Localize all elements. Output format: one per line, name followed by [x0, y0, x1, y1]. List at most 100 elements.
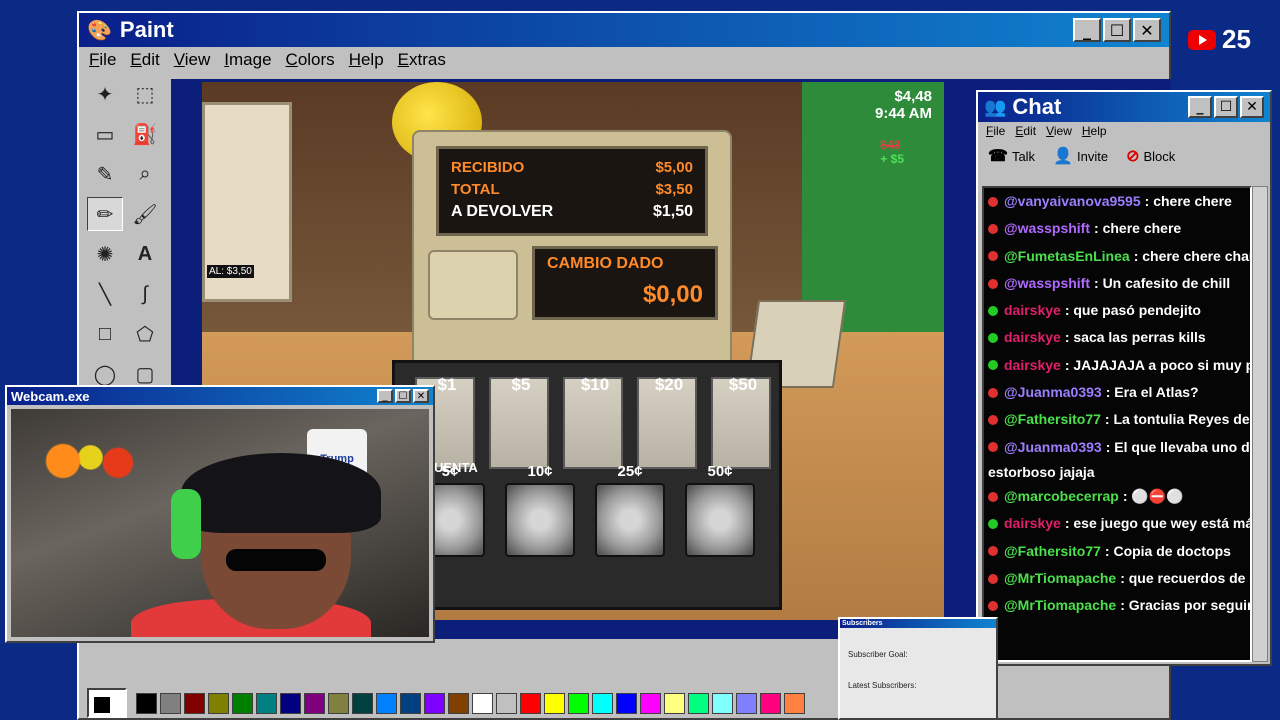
palette-swatch[interactable] [328, 692, 349, 714]
webcam-close-button[interactable]: ✕ [413, 389, 429, 403]
palette-swatch[interactable] [376, 692, 397, 714]
chat-username[interactable]: @wasspshift [1004, 270, 1090, 297]
minimize-button[interactable]: _ [1073, 18, 1101, 42]
total-label: TOTAL [451, 181, 500, 198]
palette-swatch[interactable] [736, 692, 757, 714]
palette-swatch[interactable] [712, 692, 733, 714]
line-icon[interactable]: ╲ [87, 277, 123, 311]
chat-messages[interactable]: @vanyaivanova9595: chere chere @wasspshif… [982, 186, 1252, 662]
youtube-count: 25 [1222, 24, 1251, 54]
palette-swatch[interactable] [352, 692, 373, 714]
coin-bin-25[interactable] [595, 483, 665, 557]
chat-maximize-button[interactable]: ☐ [1214, 96, 1238, 118]
chat-username[interactable]: dairskye [1004, 324, 1061, 351]
chat-username[interactable]: @Juanma0393 [1004, 434, 1102, 461]
coin-bin-50[interactable] [685, 483, 755, 557]
magnifier-icon[interactable]: ⌕ [127, 157, 163, 191]
chat-username[interactable]: @MrTiomapache [1004, 565, 1116, 592]
chat-menu-edit[interactable]: Edit [1015, 124, 1036, 138]
polygon-icon[interactable]: ⬠ [127, 317, 163, 351]
text-icon[interactable]: A [127, 237, 163, 271]
menu-image[interactable]: Image [224, 50, 271, 70]
chat-username[interactable]: @marcobecerrap [1004, 483, 1119, 510]
palette-swatch[interactable] [760, 692, 781, 714]
eraser-icon[interactable]: ▭ [87, 117, 123, 151]
chat-username[interactable]: @MrTiomapache [1004, 592, 1116, 619]
chat-username[interactable]: @Juanma0393 [1004, 379, 1102, 406]
bill-slot-10[interactable]: $10 [563, 375, 623, 469]
palette-swatch[interactable] [304, 692, 325, 714]
palette-swatch[interactable] [184, 692, 205, 714]
palette-swatch[interactable] [520, 692, 541, 714]
menu-extras[interactable]: Extras [398, 50, 446, 70]
chat-username[interactable]: @FumetasEnLinea [1004, 243, 1130, 270]
palette-swatch[interactable] [640, 692, 661, 714]
chat-username[interactable]: @Fathersito77 [1004, 406, 1101, 433]
current-color[interactable] [87, 688, 127, 718]
bill-slot-50[interactable]: $50 [711, 375, 771, 469]
palette-swatch[interactable] [496, 692, 517, 714]
pencil-icon[interactable]: ✏ [87, 197, 123, 231]
bill-slot-5[interactable]: $5 [489, 375, 549, 469]
subs-titlebar[interactable]: Subscribers [840, 619, 996, 628]
sunglasses [226, 549, 326, 571]
bill-slot-20[interactable]: $20 [637, 375, 697, 469]
chat-scrollbar[interactable] [1252, 186, 1268, 662]
chat-username[interactable]: @Fathersito77 [1004, 538, 1101, 565]
palette-swatch[interactable] [448, 692, 469, 714]
free-select-icon[interactable]: ✦ [87, 77, 123, 111]
palette-swatch[interactable] [544, 692, 565, 714]
curve-icon[interactable]: ∫ [127, 277, 163, 311]
chat-minimize-button[interactable]: _ [1188, 96, 1212, 118]
palette-swatch[interactable] [136, 692, 157, 714]
palette-swatch[interactable] [256, 692, 277, 714]
palette-swatch[interactable] [472, 692, 493, 714]
palette-swatch[interactable] [160, 692, 181, 714]
menu-colors[interactable]: Colors [286, 50, 335, 70]
invite-button[interactable]: 👤 Invite [1053, 146, 1108, 166]
chat-menu-file[interactable]: File [986, 124, 1005, 138]
chat-username[interactable]: dairskye [1004, 510, 1061, 537]
palette-swatch[interactable] [616, 692, 637, 714]
palette-swatch[interactable] [688, 692, 709, 714]
palette-swatch[interactable] [280, 692, 301, 714]
palette-swatch[interactable] [784, 692, 805, 714]
palette-swatch[interactable] [592, 692, 613, 714]
chat-message: @Juanma0393: Era el Atlas? [984, 379, 1250, 406]
palette-swatch[interactable] [664, 692, 685, 714]
youtube-icon [1188, 29, 1216, 50]
coin-bin-10[interactable] [505, 483, 575, 557]
rect-select-icon[interactable]: ⬚ [127, 77, 163, 111]
palette-swatch[interactable] [424, 692, 445, 714]
webcam-maximize-button[interactable]: ☐ [395, 389, 411, 403]
block-button[interactable]: ⊘ Block [1126, 146, 1175, 166]
talk-button[interactable]: ☎ Talk [988, 146, 1035, 166]
menu-view[interactable]: View [174, 50, 211, 70]
color-picker-icon[interactable]: ✎ [87, 157, 123, 191]
maximize-button[interactable]: ☐ [1103, 18, 1131, 42]
chat-titlebar[interactable]: 👥 Chat _ ☐ ✕ [978, 92, 1270, 122]
menu-file[interactable]: File [89, 50, 116, 70]
chat-username[interactable]: dairskye [1004, 352, 1061, 379]
webcam-minimize-button[interactable]: _ [377, 389, 393, 403]
brush-icon[interactable]: 🖌 [127, 197, 163, 231]
close-button[interactable]: ✕ [1133, 18, 1161, 42]
chat-menu-help[interactable]: Help [1082, 124, 1107, 138]
chat-username[interactable]: @vanyaivanova9595 [1004, 188, 1141, 215]
receipt-printer[interactable] [428, 250, 518, 320]
palette-swatch[interactable] [208, 692, 229, 714]
chat-username[interactable]: @wasspshift [1004, 215, 1090, 242]
chat-username[interactable]: dairskye [1004, 297, 1061, 324]
webcam-titlebar[interactable]: Webcam.exe _ ☐ ✕ [7, 387, 433, 405]
airbrush-icon[interactable]: ✺ [87, 237, 123, 271]
palette-swatch[interactable] [568, 692, 589, 714]
chat-menu-view[interactable]: View [1046, 124, 1072, 138]
palette-swatch[interactable] [400, 692, 421, 714]
paint-titlebar[interactable]: 🎨 Paint _ ☐ ✕ [79, 13, 1169, 47]
menu-edit[interactable]: Edit [130, 50, 159, 70]
chat-close-button[interactable]: ✕ [1240, 96, 1264, 118]
fill-icon[interactable]: ⛽ [127, 117, 163, 151]
menu-help[interactable]: Help [349, 50, 384, 70]
palette-swatch[interactable] [232, 692, 253, 714]
rectangle-icon[interactable]: □ [87, 317, 123, 351]
